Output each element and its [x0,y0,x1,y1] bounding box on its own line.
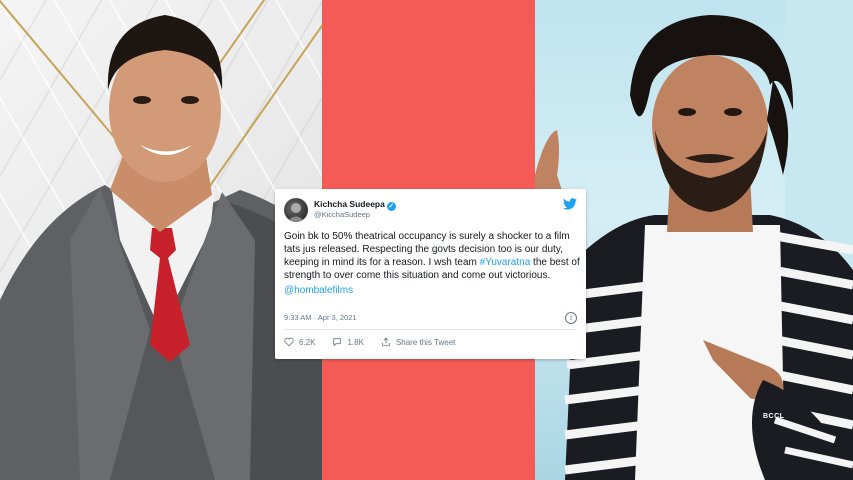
man-in-suit-photo [0,15,322,480]
like-button[interactable]: 6.2K [284,337,315,347]
tweet-text: Goin bk to 50% theatrical occupancy is s… [284,230,580,282]
like-count: 6.2K [299,337,316,347]
tweet-actions: 6.2K 1.8K Share this Tweet [284,337,472,347]
left-photo-panel [0,0,322,480]
mention-link[interactable]: @hombalefilms [284,285,353,296]
tweet-card: Kichcha Sudeepa ✓ @KicchaSudeep Goin bk t… [275,189,586,359]
reply-button[interactable]: 1.8K [332,337,364,347]
heart-icon [284,337,294,347]
hashtag-link[interactable]: #Yuvaratna [480,257,531,268]
reply-bubble-icon [333,338,342,347]
avatar[interactable] [284,198,308,222]
verified-badge-icon: ✓ [386,202,396,211]
share-icon [382,337,390,347]
twitter-bird-icon[interactable] [563,198,577,210]
divider [284,329,577,330]
tweet-handle[interactable]: @KicchaSudeep [314,210,370,219]
info-icon[interactable]: i [565,312,577,324]
watermark-text: BCCL [763,413,785,420]
display-name-text: Kichcha Sudeepa [314,199,385,209]
tweet-timestamp[interactable]: 9:33 AM · Apr 3, 2021 [284,313,357,322]
share-label: Share this Tweet [395,337,456,347]
reply-count: 1.8K [347,337,364,347]
share-button[interactable]: Share this Tweet [381,337,455,347]
